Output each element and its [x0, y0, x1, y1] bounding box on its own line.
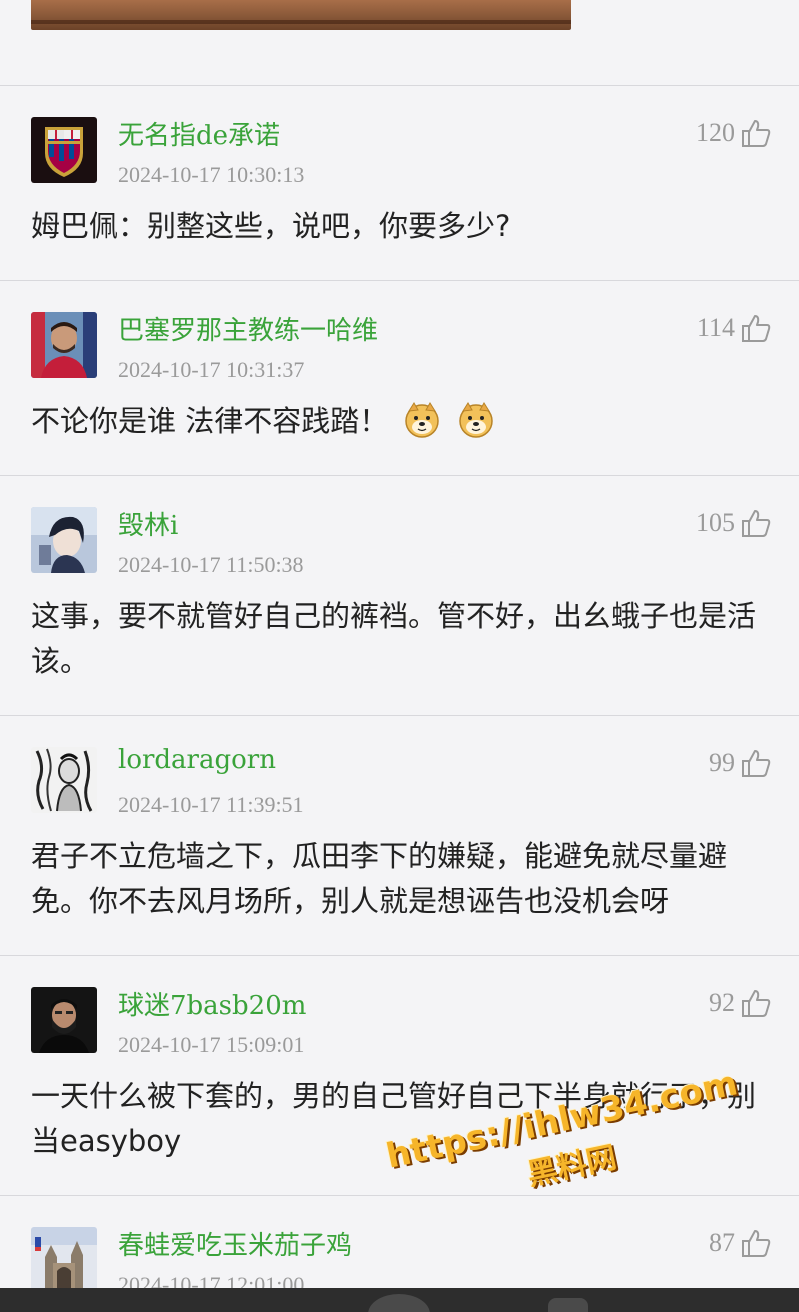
like-count: 99	[709, 748, 735, 777]
username[interactable]: 巴塞罗那主教练一哈维	[118, 310, 378, 347]
thumbs-up-icon	[742, 990, 771, 1017]
avatar[interactable]	[31, 747, 97, 813]
thumbs-up-icon	[742, 120, 771, 147]
comment-text: 这事，要不就管好自己的裤裆。管不好，出幺蛾子也是活该。	[31, 599, 757, 678]
like-button[interactable]: 120	[696, 118, 771, 148]
thumbs-up-icon	[742, 510, 771, 537]
recents-button[interactable]	[548, 1298, 588, 1312]
avatar[interactable]	[31, 987, 97, 1053]
username[interactable]: 球迷7basb20m	[118, 985, 306, 1022]
username[interactable]: 毁林i	[118, 505, 178, 542]
system-nav-bar	[0, 1288, 799, 1312]
avatar[interactable]	[31, 312, 97, 378]
comment-item: 巴塞罗那主教练一哈维 2024-10-17 10:31:37 114 不论你是谁…	[0, 281, 799, 475]
doge-emoji-icon	[458, 402, 493, 438]
article-image[interactable]	[31, 0, 571, 30]
like-count: 120	[696, 118, 735, 147]
like-count: 92	[709, 988, 735, 1017]
doge-emoji-icon	[405, 402, 440, 438]
timestamp: 2024-10-17 10:30:13	[118, 162, 305, 187]
timestamp: 2024-10-17 11:39:51	[118, 792, 304, 817]
like-button[interactable]: 92	[709, 988, 771, 1018]
avatar[interactable]	[31, 1227, 97, 1293]
like-button[interactable]: 114	[697, 313, 771, 343]
comment-text: 姆巴佩：别整这些，说吧，你要多少?	[31, 209, 511, 243]
like-count: 87	[709, 1228, 735, 1257]
like-count: 114	[696, 313, 735, 342]
home-button[interactable]	[368, 1294, 430, 1312]
like-button[interactable]: 105	[696, 508, 771, 538]
timestamp: 2024-10-17 15:09:01	[118, 1032, 305, 1057]
comment-text-row: 不论你是谁 法律不容践踏！	[31, 399, 776, 444]
comment-item: 毁林i 2024-10-17 11:50:38 105 这事，要不就管好自己的裤…	[0, 476, 799, 715]
thumbs-up-icon	[742, 1230, 771, 1257]
thumbs-up-icon	[742, 750, 771, 777]
comment-text: 不论你是谁 法律不容践踏！	[31, 404, 389, 438]
timestamp: 2024-10-17 11:50:38	[118, 552, 304, 577]
like-count: 105	[696, 508, 735, 537]
avatar[interactable]	[31, 117, 97, 183]
timestamp: 2024-10-17 10:31:37	[118, 357, 305, 382]
comments-page: 无名指de承诺 2024-10-17 10:30:13 120 姆巴佩：别整这些…	[0, 0, 799, 1312]
like-button[interactable]: 87	[709, 1228, 771, 1258]
username[interactable]: lordaragorn	[118, 745, 276, 775]
username[interactable]: 无名指de承诺	[118, 115, 280, 152]
avatar[interactable]	[31, 507, 97, 573]
like-button[interactable]: 99	[709, 748, 771, 778]
thumbs-up-icon	[742, 315, 771, 342]
comment-text: 君子不立危墙之下，瓜田李下的嫌疑，能避免就尽量避免。你不去风月场所，别人就是想诬…	[31, 839, 728, 918]
comment-item: lordaragorn 2024-10-17 11:39:51 99 君子不立危…	[0, 716, 799, 955]
comment-item: 无名指de承诺 2024-10-17 10:30:13 120 姆巴佩：别整这些…	[0, 86, 799, 280]
username[interactable]: 春蛙爱吃玉米茄子鸡	[118, 1225, 352, 1262]
